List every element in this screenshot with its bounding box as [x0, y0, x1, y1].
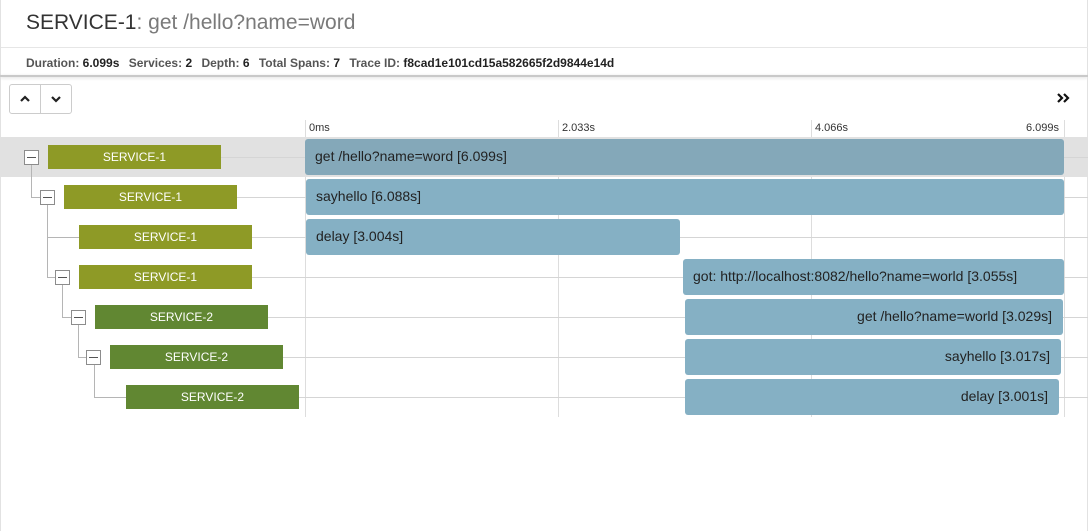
trace-id-label: Trace ID: [349, 56, 401, 70]
trace-title: SERVICE-1: get /hello?name=word [26, 10, 355, 36]
service-label-span-5[interactable]: SERVICE-2 [110, 345, 283, 369]
tree-connector [47, 277, 55, 278]
tree-connector [78, 325, 79, 358]
tree-connector [47, 237, 79, 238]
span-bar-3[interactable]: got: http://localhost:8082/hello?name=wo… [683, 259, 1064, 295]
chevron-up-icon [20, 95, 30, 102]
timeline-tick-3: 6.099s [1026, 122, 1060, 134]
service-label-span-6[interactable]: SERVICE-2 [126, 385, 299, 409]
tree-connector [31, 165, 32, 198]
trace-root-operation: : get /hello?name=word [136, 11, 356, 34]
tree-connector [78, 357, 86, 358]
tree-connector [62, 285, 63, 318]
timeline-tick-2: 4.066s [815, 122, 849, 134]
span-bar-2[interactable]: delay [3.004s] [306, 219, 680, 255]
span-bar-0[interactable]: get /hello?name=word [6.099s] [305, 139, 1064, 175]
services-value: 2 [185, 56, 193, 70]
span-bar-1[interactable]: sayhello [6.088s] [306, 179, 1064, 215]
double-chevron-right-icon [1057, 93, 1070, 103]
timeline-tick-1: 2.033s [562, 122, 596, 134]
collapse-toggle-span-3[interactable] [55, 270, 70, 285]
collapse-toggle-span-5[interactable] [86, 350, 101, 365]
depth-value: 6 [242, 56, 250, 70]
timeline-tick-0: 0ms [309, 122, 330, 134]
tree-connector [47, 205, 48, 278]
service-label-span-0[interactable]: SERVICE-1 [48, 145, 221, 169]
span-bar-5[interactable]: sayhello [3.017s] [685, 339, 1061, 375]
collapse-toggle-span-4[interactable] [71, 310, 86, 325]
chevron-down-icon [51, 96, 61, 103]
previous-span-button[interactable] [10, 85, 40, 113]
total-spans-label: Total Spans: [258, 56, 330, 70]
total-spans-value: 7 [333, 56, 340, 70]
tree-connector [62, 317, 71, 318]
duration-value: 6.099s [82, 56, 120, 70]
tree-connector [94, 397, 126, 398]
header-divider [1, 47, 1088, 48]
collapse-toggle-span-0[interactable] [24, 150, 39, 165]
span-navigation-group [9, 84, 72, 114]
expand-timeline-button[interactable] [1054, 89, 1074, 107]
services-label: Services: [128, 56, 183, 70]
tree-connector [94, 365, 95, 398]
span-bar-6[interactable]: delay [3.001s] [685, 379, 1059, 415]
span-bar-4[interactable]: get /hello?name=world [3.029s] [685, 299, 1063, 335]
trace-summary: Duration: 6.099s Services: 2 Depth: 6 To… [26, 56, 620, 70]
service-label-span-3[interactable]: SERVICE-1 [79, 265, 252, 289]
next-span-button[interactable] [40, 85, 71, 113]
service-label-span-4[interactable]: SERVICE-2 [95, 305, 268, 329]
service-label-span-1[interactable]: SERVICE-1 [64, 185, 237, 209]
service-label-span-2[interactable]: SERVICE-1 [79, 225, 252, 249]
trace-root-service: SERVICE-1 [26, 11, 137, 34]
depth-label: Depth: [201, 56, 240, 70]
duration-label: Duration: [26, 56, 80, 70]
collapse-toggle-span-1[interactable] [40, 190, 55, 205]
trace-header: SERVICE-1: get /hello?name=word Duration… [0, 0, 1088, 76]
tree-connector [31, 197, 40, 198]
trace-id-value: f8cad1e101cd15a582665f2d9844e14d [403, 56, 615, 70]
